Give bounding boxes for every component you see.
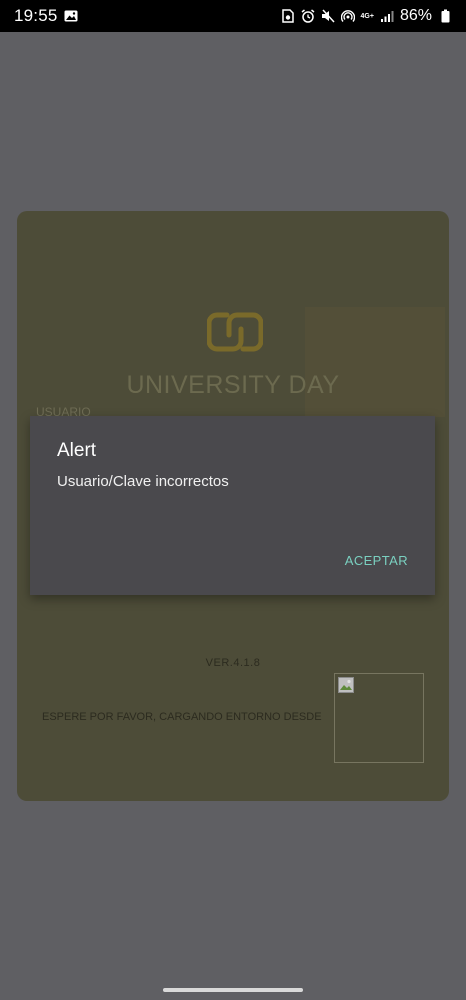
alert-dialog: Alert Usuario/Clave incorrectos ACEPTAR <box>30 416 435 595</box>
network-type: 4G+ <box>360 12 374 20</box>
alert-title: Alert <box>57 440 97 461</box>
signal-icon <box>380 9 394 23</box>
version-label: VER.4.1.8 <box>205 657 261 669</box>
brand-title: UNIVERSITY DAY <box>126 371 340 399</box>
status-left: 19:55 <box>14 6 78 26</box>
logo-icon <box>206 311 264 353</box>
alarm-icon <box>301 9 315 23</box>
battery-percent: 86% <box>399 7 432 24</box>
sim-icon <box>281 9 295 23</box>
gallery-icon <box>64 9 78 23</box>
alert-message: Usuario/Clave incorrectos <box>57 473 229 490</box>
battery-icon <box>438 9 452 23</box>
accept-button[interactable]: ACEPTAR <box>345 553 408 568</box>
card-accent <box>305 307 445 417</box>
broken-image <box>334 673 424 763</box>
loading-message: ESPERE POR FAVOR, CARGANDO ENTORNO DESDE <box>42 711 322 723</box>
hotspot-icon <box>340 9 355 23</box>
mute-icon <box>321 9 335 23</box>
broken-image-icon <box>338 677 354 693</box>
status-right: 4G+ 86% <box>281 7 452 25</box>
home-indicator[interactable] <box>163 988 303 992</box>
status-time: 19:55 <box>14 6 58 25</box>
app-screen: 19:55 4G+ 86% UNIVERSITY DAY USUARIO VER… <box>0 0 466 1000</box>
status-bar: 19:55 4G+ 86% <box>0 0 466 32</box>
